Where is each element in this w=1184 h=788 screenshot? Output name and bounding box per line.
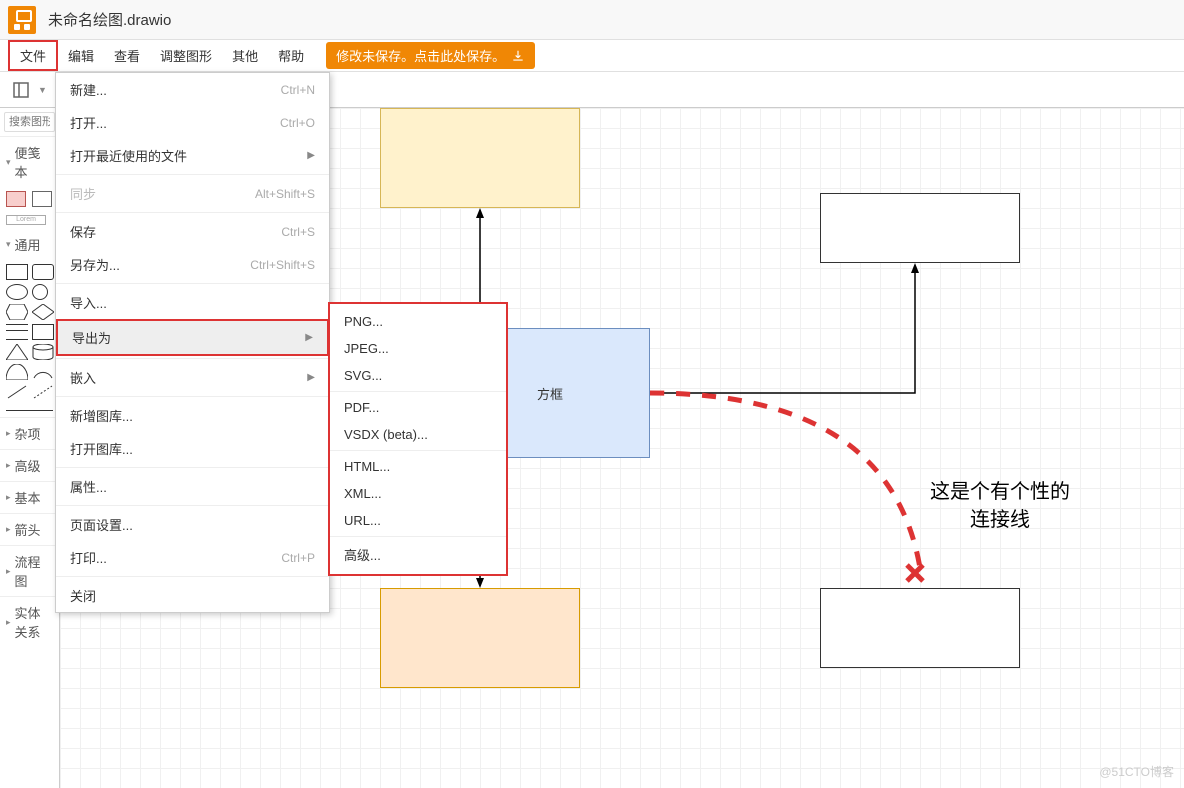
layout-icon[interactable] <box>8 77 34 103</box>
shape-triangle[interactable] <box>6 344 28 360</box>
search-box <box>0 108 59 137</box>
sidebar-general[interactable]: ▾通用 <box>0 229 59 260</box>
export-menu-item[interactable]: 高级... <box>330 539 506 570</box>
file-menu-item[interactable]: 导入... <box>56 286 329 319</box>
export-menu-item[interactable]: PNG... <box>330 308 506 335</box>
file-menu-item[interactable]: 同步Alt+Shift+S <box>56 177 329 210</box>
search-input[interactable] <box>4 112 55 132</box>
watermark: @51CTO博客 <box>1099 763 1174 780</box>
sidebar-arrows[interactable]: ▸箭头 <box>0 513 59 545</box>
sidebar-misc[interactable]: ▸杂项 <box>0 417 59 449</box>
shape-halfcircle[interactable] <box>6 364 28 380</box>
shape-diamond[interactable] <box>32 304 54 320</box>
shape-circle[interactable] <box>32 284 48 300</box>
scratchpad-thumbs <box>0 187 59 211</box>
export-menu-item[interactable]: JPEG... <box>330 335 506 362</box>
save-notice-text: 修改未保存。点击此处保存。 <box>336 46 505 65</box>
shapes-palette <box>0 260 59 404</box>
shape-roundrect[interactable] <box>32 264 54 280</box>
app-icon <box>8 6 36 34</box>
menu-extras[interactable]: 其他 <box>222 42 268 69</box>
menu-view[interactable]: 查看 <box>104 42 150 69</box>
file-menu-item[interactable]: 导出为▶ <box>56 319 329 356</box>
annotation-text: 这是个有个性的 连接线 <box>930 478 1070 534</box>
sidebar-scratchpad[interactable]: ▾便笺本 <box>0 137 59 187</box>
file-menu-item[interactable]: 打开图库... <box>56 432 329 465</box>
file-menu-item[interactable]: 嵌入▶ <box>56 361 329 394</box>
file-menu-item[interactable]: 打印...Ctrl+P <box>56 541 329 574</box>
file-menu-item[interactable]: 保存Ctrl+S <box>56 215 329 248</box>
file-menu-item[interactable]: 打开...Ctrl+O <box>56 106 329 139</box>
sidebar: ▾便笺本 Lorem ▾通用 ▸杂项 ▸高级 ▸基本 <box>0 108 60 788</box>
thumb-1[interactable] <box>6 191 26 207</box>
save-notice[interactable]: 修改未保存。点击此处保存。 <box>326 42 535 69</box>
thumb-3[interactable]: Lorem <box>6 215 46 225</box>
file-menu-item[interactable]: 打开最近使用的文件▶ <box>56 139 329 172</box>
menu-edit[interactable]: 编辑 <box>58 42 104 69</box>
file-menu-item[interactable]: 新增图库... <box>56 399 329 432</box>
document-title: 未命名绘图.drawio <box>48 9 171 30</box>
menu-help[interactable]: 帮助 <box>268 42 314 69</box>
menu-file[interactable]: 文件 <box>8 40 58 71</box>
file-menu-item[interactable]: 属性... <box>56 470 329 503</box>
file-menu-item[interactable]: 页面设置... <box>56 508 329 541</box>
sidebar-flowchart[interactable]: ▸流程图 <box>0 545 59 596</box>
export-menu-item[interactable]: PDF... <box>330 394 506 421</box>
shape-right-bottom[interactable] <box>820 588 1020 668</box>
shape-top[interactable] <box>380 108 580 208</box>
sidebar-er[interactable]: ▸实体关系 <box>0 596 59 647</box>
thumb-2[interactable] <box>32 191 52 207</box>
file-menu-item[interactable]: 关闭 <box>56 579 329 612</box>
file-menu: 新建...Ctrl+N打开...Ctrl+O打开最近使用的文件▶ 同步Alt+Sh… <box>55 72 330 613</box>
download-icon <box>511 49 525 63</box>
connector-right <box>650 263 930 403</box>
shape-dashline[interactable] <box>32 384 54 400</box>
shape-bottom[interactable] <box>380 588 580 688</box>
shape-hexagon[interactable] <box>6 304 28 320</box>
titlebar: 未命名绘图.drawio <box>0 0 1184 40</box>
export-menu-item[interactable]: VSDX (beta)... <box>330 421 506 448</box>
shape-line[interactable] <box>6 384 28 400</box>
file-menu-item[interactable]: 另存为...Ctrl+Shift+S <box>56 248 329 281</box>
shape-cylinder[interactable] <box>32 344 54 360</box>
connector-dashed <box>650 388 950 598</box>
export-menu-item[interactable]: HTML... <box>330 453 506 480</box>
file-menu-item[interactable]: 新建...Ctrl+N <box>56 73 329 106</box>
export-menu-item[interactable]: XML... <box>330 480 506 507</box>
shape-arc[interactable] <box>32 364 54 380</box>
shape-right-top[interactable] <box>820 193 1020 263</box>
sidebar-basic[interactable]: ▸基本 <box>0 481 59 513</box>
menubar: 文件 编辑 查看 调整图形 其他 帮助 修改未保存。点击此处保存。 <box>0 40 1184 72</box>
shape-table[interactable] <box>6 324 28 340</box>
shape-box2[interactable] <box>32 324 54 340</box>
export-submenu: PNG...JPEG...SVG... PDF...VSDX (beta)... H… <box>328 302 508 576</box>
menu-arrange[interactable]: 调整图形 <box>150 42 222 69</box>
export-menu-item[interactable]: URL... <box>330 507 506 534</box>
export-menu-item[interactable]: SVG... <box>330 362 506 389</box>
shape-rect[interactable] <box>6 264 28 280</box>
sidebar-advanced[interactable]: ▸高级 <box>0 449 59 481</box>
shape-ellipse[interactable] <box>6 284 28 300</box>
